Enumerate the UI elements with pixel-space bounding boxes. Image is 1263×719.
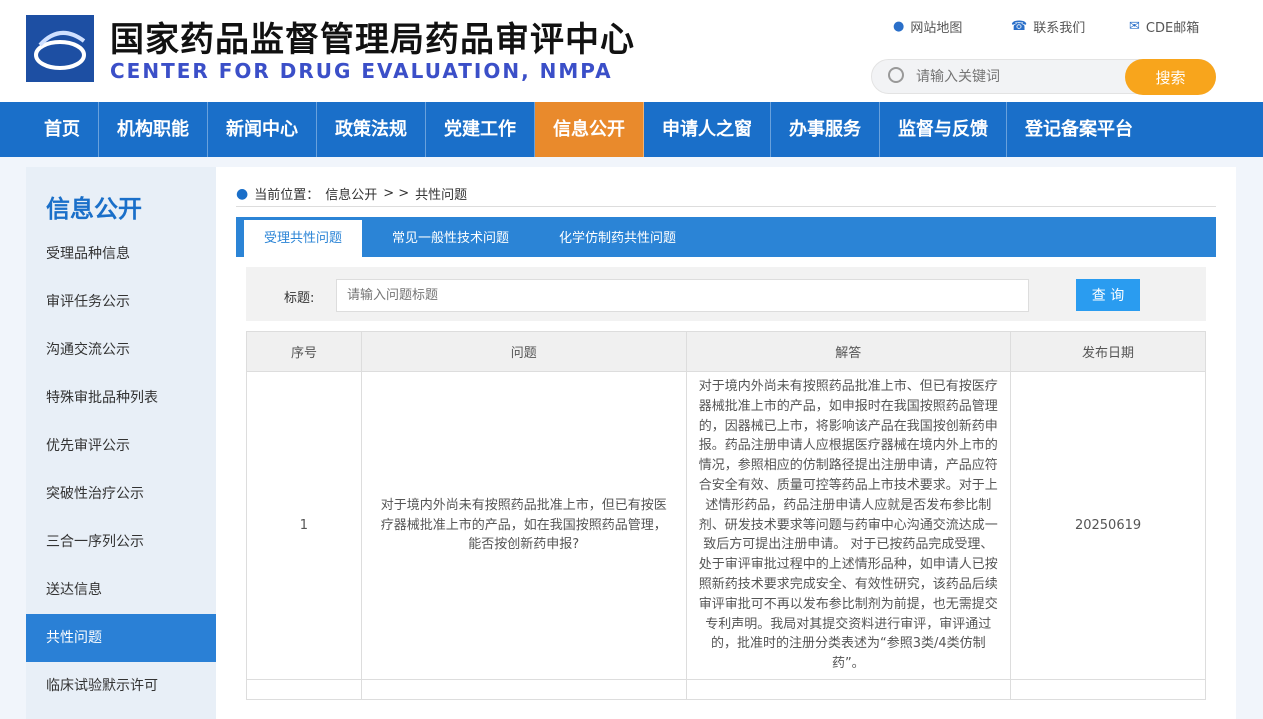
title-input[interactable] (336, 279, 1029, 312)
sidebar: 信息公开 受理品种信息 审评任务公示 沟通交流公示 特殊审批品种列表 优先审评公… (26, 167, 216, 719)
location-pin-icon: ● (236, 186, 248, 202)
row-answer: 对于境内外尚未有按照药品批准上市、但已有按医疗器械批准上市的产品，如申报时在我国… (686, 372, 1011, 680)
col-answer: 解答 (686, 332, 1011, 372)
nav-home[interactable]: 首页 (26, 102, 99, 157)
sidebar-item[interactable]: 临床试验默示许可 (26, 662, 216, 710)
nav-applicant[interactable]: 申请人之窗 (644, 102, 771, 157)
breadcrumb-current: 共性问题 (415, 184, 467, 203)
sitemap-link[interactable]: ● 网站地图 (893, 17, 962, 36)
search-box: 搜索 (871, 59, 1216, 94)
main-content: ● 当前位置： 信息公开 > > 共性问题 受理共性问题 常见一般性技术问题 化… (216, 167, 1236, 719)
col-date: 发布日期 (1011, 332, 1206, 372)
email-link[interactable]: ✉ CDE邮箱 (1129, 17, 1199, 36)
site-header: 国家药品监督管理局药品审评中心 CENTER FOR DRUG EVALUATI… (0, 0, 1263, 102)
row-date: 20250619 (1011, 372, 1206, 680)
col-question: 问题 (361, 332, 686, 372)
nav-news[interactable]: 新闻中心 (208, 102, 317, 157)
breadcrumb-link[interactable]: 信息公开 (325, 184, 377, 203)
filter-bar: 标题: 查 询 (246, 267, 1206, 321)
sidebar-item[interactable]: 特殊审批品种列表 (26, 374, 216, 422)
nav-party[interactable]: 党建工作 (426, 102, 535, 157)
contact-link[interactable]: ☎ 联系我们 (1011, 17, 1085, 36)
breadcrumb-separator: > > (383, 186, 409, 201)
row-question: 对于境内外尚未有按照药品批准上市，但已有按医疗器械批准上市的产品，如在我国按照药… (361, 372, 686, 680)
search-icon (888, 67, 904, 83)
search-button[interactable]: 搜索 (1125, 59, 1216, 95)
sidebar-item[interactable]: 送达信息 (26, 566, 216, 614)
phone-icon: ☎ (1011, 19, 1027, 34)
breadcrumb-label: 当前位置： (254, 184, 319, 203)
title-label: 标题: (284, 287, 314, 306)
sidebar-item-common-issues[interactable]: 共性问题 (26, 614, 216, 662)
cde-logo[interactable] (26, 15, 94, 82)
issues-table: 序号 问题 解答 发布日期 1 对于境内外尚未有按照药品批准上市，但已有按医疗器… (246, 331, 1206, 700)
search-input[interactable] (916, 66, 1116, 88)
nav-services[interactable]: 办事服务 (771, 102, 880, 157)
row-no: 1 (247, 372, 362, 680)
tab-accepted-issues[interactable]: 受理共性问题 (244, 220, 362, 257)
breadcrumb: ● 当前位置： 信息公开 > > 共性问题 (236, 181, 1216, 207)
sidebar-item[interactable]: 审评任务公示 (26, 278, 216, 326)
location-pin-icon: ● (893, 19, 904, 34)
sitemap-label: 网站地图 (910, 17, 962, 36)
sidebar-item[interactable]: 优先审评公示 (26, 422, 216, 470)
site-title-cn: 国家药品监督管理局药品审评中心 (110, 12, 635, 61)
sidebar-item[interactable]: 三合一序列公示 (26, 518, 216, 566)
tab-general-tech-issues[interactable]: 常见一般性技术问题 (362, 220, 539, 257)
tab-bar: 受理共性问题 常见一般性技术问题 化学仿制药共性问题 (236, 217, 1216, 257)
nav-registration[interactable]: 登记备案平台 (1007, 102, 1151, 157)
sidebar-item[interactable]: 沟通交流公示 (26, 326, 216, 374)
contact-label: 联系我们 (1033, 17, 1085, 36)
nav-policy[interactable]: 政策法规 (317, 102, 426, 157)
table-row: 1 对于境内外尚未有按照药品批准上市，但已有按医疗器械批准上市的产品，如在我国按… (247, 372, 1206, 680)
site-title-en: CENTER FOR DRUG EVALUATION, NMPA (110, 59, 613, 83)
sidebar-item[interactable]: 受理品种信息 (26, 230, 216, 278)
table-row (247, 679, 1206, 699)
mail-icon: ✉ (1129, 19, 1140, 34)
query-button[interactable]: 查 询 (1076, 279, 1140, 311)
col-no: 序号 (247, 332, 362, 372)
nav-feedback[interactable]: 监督与反馈 (880, 102, 1007, 157)
sidebar-item[interactable]: 突破性治疗公示 (26, 470, 216, 518)
nav-info-disclosure[interactable]: 信息公开 (535, 102, 644, 157)
sidebar-title: 信息公开 (26, 167, 216, 230)
table-header: 序号 问题 解答 发布日期 (247, 332, 1206, 372)
nav-functions[interactable]: 机构职能 (99, 102, 208, 157)
main-nav: 首页 机构职能 新闻中心 政策法规 党建工作 信息公开 申请人之窗 办事服务 监… (0, 102, 1263, 157)
email-label: CDE邮箱 (1146, 17, 1199, 36)
tab-generic-chem-issues[interactable]: 化学仿制药共性问题 (539, 220, 696, 257)
